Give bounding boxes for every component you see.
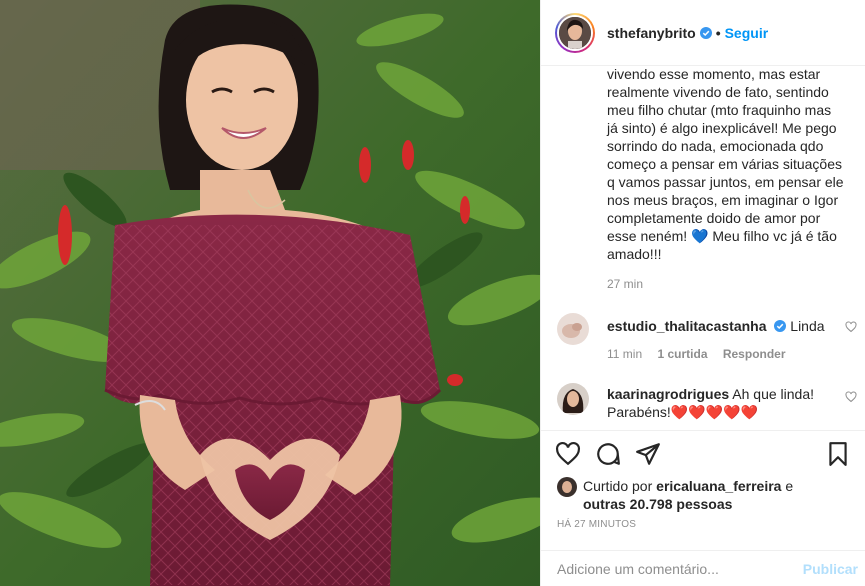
caption-line: nos meus braços, em imaginar o Igor (607, 192, 839, 208)
comment-input[interactable]: Adicione um comentário... (541, 561, 803, 577)
heart-icon[interactable] (845, 391, 857, 403)
follow-button[interactable]: Seguir (725, 25, 769, 41)
heart-icon[interactable] (555, 441, 581, 467)
liker-username[interactable]: ericaluana_ferreira (656, 478, 781, 494)
post-sidebar: sthefanybrito • Seguir vivendo esse mome… (540, 0, 865, 586)
verified-icon (699, 26, 712, 39)
liker-avatar[interactable] (557, 477, 577, 497)
caption-line: q vamos passar juntos, em pensar ele (607, 174, 844, 190)
add-comment-bar: Adicione um comentário... Publicar (541, 550, 865, 586)
comments-section[interactable]: vivendo esse momento, mas estar realment… (541, 67, 865, 430)
caption-line: esse neném! 💙 Meu filho vc já é tão (607, 228, 837, 244)
post-actions: Curtido por ericaluana_ferreira e outras… (541, 430, 865, 550)
caption-line: meu filho chutar (mto fraquinho mas (607, 102, 832, 118)
liked-by-others[interactable]: outras 20.798 pessoas (583, 496, 732, 512)
caption-line: completamente doido de amor por (607, 210, 821, 226)
post-caption: vivendo esse momento, mas estar realment… (607, 67, 847, 263)
share-icon[interactable] (635, 441, 661, 467)
author-username[interactable]: sthefanybrito (607, 25, 696, 41)
comment-likes[interactable]: 1 curtida (657, 347, 707, 361)
comment-meta: 11 min 1 curtida Responder (607, 347, 798, 361)
publish-button[interactable]: Publicar (803, 561, 865, 577)
caption-line: realmente vivendo de fato, sentindo (607, 84, 829, 100)
commenter-avatar[interactable] (557, 383, 589, 415)
commenter-username[interactable]: kaarinagrodrigues (607, 386, 729, 402)
post-photo-illustration (0, 0, 540, 586)
post-photo[interactable] (0, 0, 540, 586)
heart-icon[interactable] (845, 321, 857, 333)
instagram-post: sthefanybrito • Seguir vivendo esse mome… (0, 0, 865, 586)
comment-icon[interactable] (595, 441, 621, 467)
posted-time[interactable]: HÁ 27 MINUTOS (557, 519, 636, 530)
header-separator: • (715, 24, 721, 41)
reply-button[interactable]: Responder (723, 347, 786, 361)
comment-text: Linda (790, 318, 825, 334)
bookmark-icon[interactable] (825, 441, 851, 467)
post-header: sthefanybrito • Seguir (541, 0, 865, 66)
liked-by-conj: e (785, 478, 794, 494)
commenter-avatar[interactable] (557, 313, 589, 345)
commenter-username[interactable]: estudio_thalitacastanha (607, 318, 767, 334)
liked-by-prefix: Curtido por (583, 478, 653, 494)
caption-line: já sinto) é algo inexplicável! Me pego (607, 120, 837, 136)
caption-timestamp[interactable]: 27 min (607, 277, 643, 291)
comment-time[interactable]: 11 min (607, 347, 642, 361)
author-avatar[interactable] (555, 12, 595, 53)
caption-line: sorrindo do nada, emocionada qdo (607, 138, 824, 154)
caption-line: começo a pensar em várias situações (607, 156, 842, 172)
author-avatar-image (559, 16, 591, 49)
caption-line: amado!!! (607, 246, 662, 262)
verified-icon (774, 320, 787, 332)
caption-line: vivendo esse momento, mas estar (607, 67, 821, 82)
